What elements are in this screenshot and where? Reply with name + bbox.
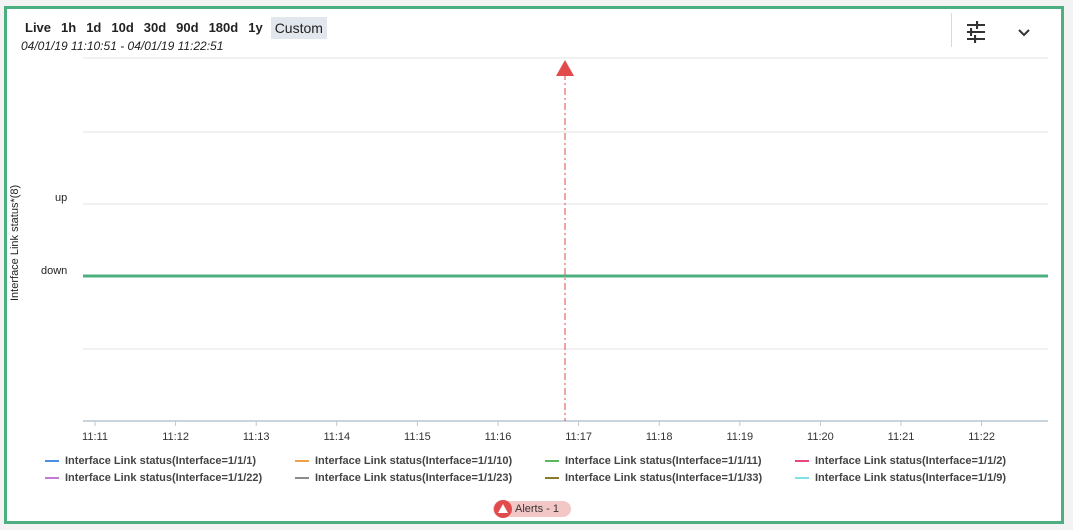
legend-label: Interface Link status(Interface=1/1/11) (565, 455, 762, 467)
legend-item[interactable]: Interface Link status(Interface=1/1/9) (795, 472, 1006, 484)
x-tick-label: 11:19 (726, 431, 754, 443)
legend-swatch (45, 460, 59, 462)
legend-label: Interface Link status(Interface=1/1/9) (815, 472, 1007, 484)
legend-label: Interface Link status(Interface=1/1/10) (315, 455, 513, 467)
x-tick-label: 11:20 (807, 431, 834, 443)
legend-item[interactable]: Interface Link status(Interface=1/1/1) (45, 455, 256, 467)
legend-item[interactable]: Interface Link status(Interface=1/1/33) (545, 472, 762, 484)
alerts-badge-label: Alerts - 1 (515, 503, 560, 515)
x-tick-label: 11:17 (565, 431, 592, 443)
legend-swatch (45, 477, 59, 479)
x-tick-label: 11:15 (404, 431, 431, 443)
legend-item[interactable]: Interface Link status(Interface=1/1/10) (295, 455, 512, 467)
legend-item[interactable]: Interface Link status(Interface=1/1/23) (295, 472, 512, 484)
legend-swatch (795, 477, 809, 479)
x-tick-label: 11:13 (242, 431, 270, 443)
legend-item[interactable]: Interface Link status(Interface=1/1/2) (795, 455, 1006, 467)
x-tick-label: 11:11 (82, 431, 108, 443)
legend-swatch (795, 460, 809, 462)
x-tick-label: 11:21 (887, 431, 915, 443)
x-tick-label: 11:18 (645, 431, 673, 443)
alert-marker-triangle (556, 60, 574, 76)
chart-panel: Live 1h 1d 10d 30d 90d 180d 1y Custom 04… (4, 6, 1064, 524)
x-tick-label: 11:22 (968, 431, 995, 443)
legend-item[interactable]: Interface Link status(Interface=1/1/22) (45, 472, 262, 484)
legend-item[interactable]: Interface Link status(Interface=1/1/11) (545, 455, 762, 467)
chart-plot (83, 57, 1048, 426)
legend-label: Interface Link status(Interface=1/1/1) (65, 455, 257, 467)
x-tick-label: 11:12 (162, 431, 189, 443)
x-tick-label: 11:14 (323, 431, 351, 443)
alert-icon (494, 500, 512, 518)
x-tick-label: 11:16 (484, 431, 512, 443)
legend-label: Interface Link status(Interface=1/1/2) (815, 455, 1007, 467)
legend-label: Interface Link status(Interface=1/1/23) (315, 472, 513, 484)
legend-swatch (545, 477, 559, 479)
legend-label: Interface Link status(Interface=1/1/33) (565, 472, 763, 484)
legend-swatch (295, 460, 309, 462)
legend-label: Interface Link status(Interface=1/1/22) (65, 472, 263, 484)
legend-swatch (295, 477, 309, 479)
alerts-badge[interactable]: Alerts - 1 (493, 500, 572, 518)
legend-swatch (545, 460, 559, 462)
